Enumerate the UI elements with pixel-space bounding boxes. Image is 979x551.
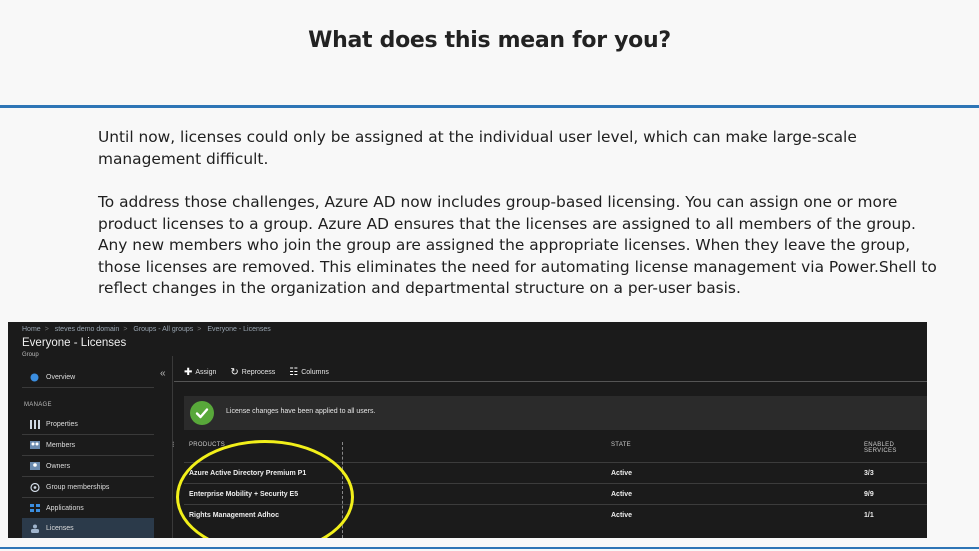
notification-message: License changes have been applied to all… [226, 408, 376, 415]
command-bar-divider [174, 381, 927, 382]
collapse-sidebar-button[interactable]: « [160, 368, 166, 379]
sidebar-item-label: Properties [46, 420, 78, 428]
azure-portal-screenshot: Home > steves demo domain > Groups - All g… [8, 322, 927, 538]
sidebar-item-owners[interactable]: Owners [22, 456, 154, 477]
breadcrumb-separator: > [197, 326, 202, 333]
bottom-divider [0, 547, 979, 549]
sidebar-item-licenses[interactable]: Licenses [22, 518, 154, 538]
success-notification: License changes have been applied to all… [184, 396, 927, 430]
column-header-state[interactable]: STATE [611, 442, 631, 448]
plus-icon: ✚ [184, 366, 193, 378]
sidebar-item-label: Licenses [46, 524, 74, 532]
blade-title: Everyone - Licenses [22, 337, 127, 349]
group-memberships-icon [30, 482, 40, 493]
product-state: Active [611, 512, 633, 519]
highlight-annotation [176, 440, 354, 538]
breadcrumb: Home > steves demo domain > Groups - All g… [22, 326, 275, 333]
enabled-services: 9/9 [864, 491, 874, 498]
breadcrumb-separator: > [44, 326, 49, 333]
assign-label: Assign [195, 368, 217, 376]
blade-subtitle: Group [22, 352, 39, 358]
sidebar-item-group-memberships[interactable]: Group memberships [22, 477, 154, 498]
sidebar-item-label: Members [46, 441, 76, 449]
sidebar-item-label: Applications [46, 504, 84, 512]
sidebar-item-label: Overview [46, 373, 76, 381]
column-resize-marker: ⁝ [172, 440, 175, 449]
refresh-icon: ↻ [230, 366, 239, 378]
sidebar-item-overview[interactable]: Overview [22, 367, 154, 388]
owners-icon [30, 462, 40, 470]
breadcrumb-current: Everyone - Licenses [207, 326, 271, 333]
properties-icon [30, 420, 40, 429]
details-paragraph: To address those challenges, Azure AD no… [98, 193, 937, 298]
overview-icon [30, 373, 40, 382]
sidebar-item-members[interactable]: Members [22, 435, 154, 456]
intro-paragraph: Until now, licenses could only be assign… [98, 128, 857, 168]
sidebar-item-applications[interactable]: Applications [22, 498, 154, 519]
enabled-services: 3/3 [864, 470, 874, 477]
columns-button[interactable]: ☷ Columns [289, 367, 329, 378]
members-icon [30, 441, 40, 449]
title-divider [0, 105, 979, 108]
applications-icon [30, 504, 40, 512]
licenses-icon [30, 524, 40, 533]
sidebar-item-properties[interactable]: Properties [22, 414, 154, 435]
breadcrumb-separator: > [123, 326, 128, 333]
enabled-services: 1/1 [864, 512, 874, 519]
reprocess-label: Reprocess [241, 368, 276, 376]
command-bar: ✚ Assign ↻ Reprocess ☷ Columns [184, 364, 343, 380]
product-state: Active [611, 491, 633, 498]
reprocess-button[interactable]: ↻ Reprocess [230, 367, 275, 378]
breadcrumb-domain[interactable]: steves demo domain [55, 326, 120, 333]
checkmark-icon [190, 401, 214, 425]
sidebar-item-label: Owners [46, 462, 71, 470]
column-header-enabled-services[interactable]: ENABLED SERVICES [864, 442, 927, 454]
columns-label: Columns [301, 368, 329, 376]
breadcrumb-home[interactable]: Home [22, 326, 41, 333]
sidebar-item-label: Group memberships [46, 483, 110, 491]
assign-button[interactable]: ✚ Assign [184, 367, 216, 378]
slide-title: What does this mean for you? [308, 28, 671, 53]
sidebar-section-label: MANAGE [24, 402, 52, 408]
columns-icon: ☷ [289, 366, 299, 378]
breadcrumb-groups[interactable]: Groups - All groups [133, 326, 193, 333]
product-state: Active [611, 470, 633, 477]
